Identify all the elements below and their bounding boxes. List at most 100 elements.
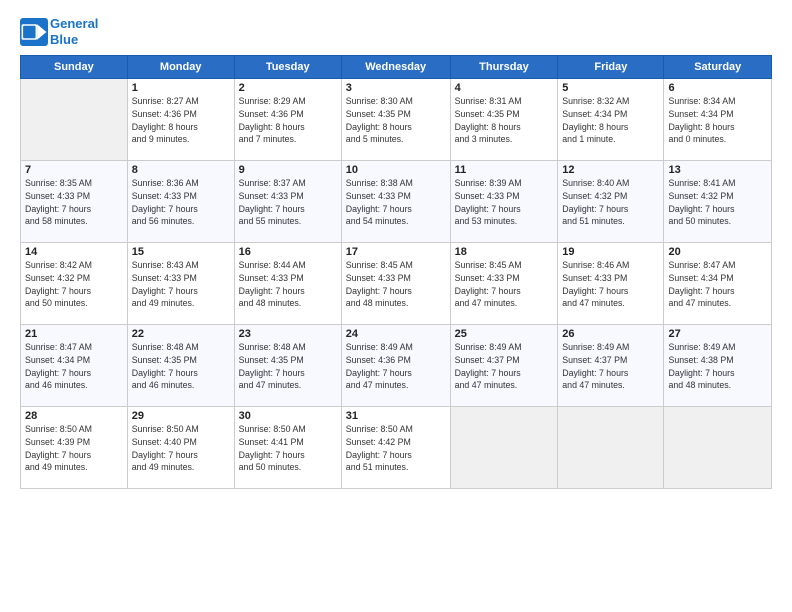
day-number: 8 bbox=[132, 164, 230, 176]
day-info: Sunrise: 8:43 AM Sunset: 4:33 PM Dayligh… bbox=[132, 259, 230, 310]
calendar-cell: 26Sunrise: 8:49 AM Sunset: 4:37 PM Dayli… bbox=[558, 325, 664, 407]
day-info: Sunrise: 8:50 AM Sunset: 4:39 PM Dayligh… bbox=[25, 423, 123, 474]
logo-text: General Blue bbox=[50, 16, 98, 47]
calendar-cell: 24Sunrise: 8:49 AM Sunset: 4:36 PM Dayli… bbox=[341, 325, 450, 407]
calendar-cell: 2Sunrise: 8:29 AM Sunset: 4:36 PM Daylig… bbox=[234, 79, 341, 161]
day-number: 26 bbox=[562, 328, 659, 340]
day-number: 9 bbox=[239, 164, 337, 176]
calendar-cell: 5Sunrise: 8:32 AM Sunset: 4:34 PM Daylig… bbox=[558, 79, 664, 161]
day-header-row: SundayMondayTuesdayWednesdayThursdayFrid… bbox=[21, 56, 772, 79]
calendar-cell: 25Sunrise: 8:49 AM Sunset: 4:37 PM Dayli… bbox=[450, 325, 558, 407]
day-header-wednesday: Wednesday bbox=[341, 56, 450, 79]
calendar-cell: 3Sunrise: 8:30 AM Sunset: 4:35 PM Daylig… bbox=[341, 79, 450, 161]
calendar-cell: 12Sunrise: 8:40 AM Sunset: 4:32 PM Dayli… bbox=[558, 161, 664, 243]
calendar-cell: 23Sunrise: 8:48 AM Sunset: 4:35 PM Dayli… bbox=[234, 325, 341, 407]
day-number: 19 bbox=[562, 246, 659, 258]
logo-icon bbox=[20, 18, 48, 46]
day-header-thursday: Thursday bbox=[450, 56, 558, 79]
day-info: Sunrise: 8:50 AM Sunset: 4:42 PM Dayligh… bbox=[346, 423, 446, 474]
day-info: Sunrise: 8:41 AM Sunset: 4:32 PM Dayligh… bbox=[668, 177, 767, 228]
day-number: 10 bbox=[346, 164, 446, 176]
calendar-header: SundayMondayTuesdayWednesdayThursdayFrid… bbox=[21, 56, 772, 79]
day-number: 30 bbox=[239, 410, 337, 422]
calendar-cell: 30Sunrise: 8:50 AM Sunset: 4:41 PM Dayli… bbox=[234, 407, 341, 489]
day-number: 12 bbox=[562, 164, 659, 176]
calendar-cell: 10Sunrise: 8:38 AM Sunset: 4:33 PM Dayli… bbox=[341, 161, 450, 243]
day-number: 18 bbox=[455, 246, 554, 258]
day-header-saturday: Saturday bbox=[664, 56, 772, 79]
header: General Blue bbox=[20, 16, 772, 47]
logo: General Blue bbox=[20, 16, 98, 47]
calendar-cell: 16Sunrise: 8:44 AM Sunset: 4:33 PM Dayli… bbox=[234, 243, 341, 325]
day-number: 24 bbox=[346, 328, 446, 340]
calendar-cell: 4Sunrise: 8:31 AM Sunset: 4:35 PM Daylig… bbox=[450, 79, 558, 161]
day-number: 1 bbox=[132, 82, 230, 94]
day-number: 23 bbox=[239, 328, 337, 340]
day-info: Sunrise: 8:50 AM Sunset: 4:41 PM Dayligh… bbox=[239, 423, 337, 474]
day-info: Sunrise: 8:50 AM Sunset: 4:40 PM Dayligh… bbox=[132, 423, 230, 474]
day-info: Sunrise: 8:27 AM Sunset: 4:36 PM Dayligh… bbox=[132, 95, 230, 146]
day-header-tuesday: Tuesday bbox=[234, 56, 341, 79]
calendar-cell: 31Sunrise: 8:50 AM Sunset: 4:42 PM Dayli… bbox=[341, 407, 450, 489]
day-info: Sunrise: 8:49 AM Sunset: 4:37 PM Dayligh… bbox=[455, 341, 554, 392]
calendar-table: SundayMondayTuesdayWednesdayThursdayFrid… bbox=[20, 55, 772, 489]
calendar-cell bbox=[558, 407, 664, 489]
week-row-3: 14Sunrise: 8:42 AM Sunset: 4:32 PM Dayli… bbox=[21, 243, 772, 325]
day-info: Sunrise: 8:34 AM Sunset: 4:34 PM Dayligh… bbox=[668, 95, 767, 146]
calendar-cell: 22Sunrise: 8:48 AM Sunset: 4:35 PM Dayli… bbox=[127, 325, 234, 407]
day-info: Sunrise: 8:32 AM Sunset: 4:34 PM Dayligh… bbox=[562, 95, 659, 146]
day-number: 21 bbox=[25, 328, 123, 340]
day-number: 20 bbox=[668, 246, 767, 258]
day-number: 13 bbox=[668, 164, 767, 176]
calendar-cell: 28Sunrise: 8:50 AM Sunset: 4:39 PM Dayli… bbox=[21, 407, 128, 489]
day-info: Sunrise: 8:29 AM Sunset: 4:36 PM Dayligh… bbox=[239, 95, 337, 146]
day-info: Sunrise: 8:35 AM Sunset: 4:33 PM Dayligh… bbox=[25, 177, 123, 228]
day-number: 29 bbox=[132, 410, 230, 422]
day-number: 14 bbox=[25, 246, 123, 258]
calendar-cell: 20Sunrise: 8:47 AM Sunset: 4:34 PM Dayli… bbox=[664, 243, 772, 325]
day-info: Sunrise: 8:47 AM Sunset: 4:34 PM Dayligh… bbox=[25, 341, 123, 392]
day-info: Sunrise: 8:39 AM Sunset: 4:33 PM Dayligh… bbox=[455, 177, 554, 228]
calendar-cell: 11Sunrise: 8:39 AM Sunset: 4:33 PM Dayli… bbox=[450, 161, 558, 243]
day-number: 28 bbox=[25, 410, 123, 422]
calendar-cell: 17Sunrise: 8:45 AM Sunset: 4:33 PM Dayli… bbox=[341, 243, 450, 325]
day-number: 25 bbox=[455, 328, 554, 340]
day-info: Sunrise: 8:48 AM Sunset: 4:35 PM Dayligh… bbox=[132, 341, 230, 392]
calendar-cell: 13Sunrise: 8:41 AM Sunset: 4:32 PM Dayli… bbox=[664, 161, 772, 243]
day-info: Sunrise: 8:49 AM Sunset: 4:38 PM Dayligh… bbox=[668, 341, 767, 392]
calendar-cell: 21Sunrise: 8:47 AM Sunset: 4:34 PM Dayli… bbox=[21, 325, 128, 407]
day-number: 15 bbox=[132, 246, 230, 258]
day-info: Sunrise: 8:44 AM Sunset: 4:33 PM Dayligh… bbox=[239, 259, 337, 310]
day-header-friday: Friday bbox=[558, 56, 664, 79]
calendar-cell: 1Sunrise: 8:27 AM Sunset: 4:36 PM Daylig… bbox=[127, 79, 234, 161]
calendar-cell: 7Sunrise: 8:35 AM Sunset: 4:33 PM Daylig… bbox=[21, 161, 128, 243]
day-info: Sunrise: 8:49 AM Sunset: 4:36 PM Dayligh… bbox=[346, 341, 446, 392]
day-number: 6 bbox=[668, 82, 767, 94]
calendar-cell bbox=[21, 79, 128, 161]
day-number: 3 bbox=[346, 82, 446, 94]
day-number: 11 bbox=[455, 164, 554, 176]
day-info: Sunrise: 8:49 AM Sunset: 4:37 PM Dayligh… bbox=[562, 341, 659, 392]
day-info: Sunrise: 8:37 AM Sunset: 4:33 PM Dayligh… bbox=[239, 177, 337, 228]
day-number: 5 bbox=[562, 82, 659, 94]
day-number: 27 bbox=[668, 328, 767, 340]
calendar-cell: 19Sunrise: 8:46 AM Sunset: 4:33 PM Dayli… bbox=[558, 243, 664, 325]
day-number: 2 bbox=[239, 82, 337, 94]
day-info: Sunrise: 8:30 AM Sunset: 4:35 PM Dayligh… bbox=[346, 95, 446, 146]
day-number: 4 bbox=[455, 82, 554, 94]
day-info: Sunrise: 8:31 AM Sunset: 4:35 PM Dayligh… bbox=[455, 95, 554, 146]
calendar-cell: 29Sunrise: 8:50 AM Sunset: 4:40 PM Dayli… bbox=[127, 407, 234, 489]
day-info: Sunrise: 8:47 AM Sunset: 4:34 PM Dayligh… bbox=[668, 259, 767, 310]
day-number: 31 bbox=[346, 410, 446, 422]
calendar-cell: 9Sunrise: 8:37 AM Sunset: 4:33 PM Daylig… bbox=[234, 161, 341, 243]
calendar-body: 1Sunrise: 8:27 AM Sunset: 4:36 PM Daylig… bbox=[21, 79, 772, 489]
day-info: Sunrise: 8:36 AM Sunset: 4:33 PM Dayligh… bbox=[132, 177, 230, 228]
calendar-cell: 6Sunrise: 8:34 AM Sunset: 4:34 PM Daylig… bbox=[664, 79, 772, 161]
calendar-cell: 27Sunrise: 8:49 AM Sunset: 4:38 PM Dayli… bbox=[664, 325, 772, 407]
calendar-cell: 14Sunrise: 8:42 AM Sunset: 4:32 PM Dayli… bbox=[21, 243, 128, 325]
day-info: Sunrise: 8:45 AM Sunset: 4:33 PM Dayligh… bbox=[455, 259, 554, 310]
week-row-1: 1Sunrise: 8:27 AM Sunset: 4:36 PM Daylig… bbox=[21, 79, 772, 161]
day-number: 16 bbox=[239, 246, 337, 258]
day-header-monday: Monday bbox=[127, 56, 234, 79]
day-info: Sunrise: 8:46 AM Sunset: 4:33 PM Dayligh… bbox=[562, 259, 659, 310]
